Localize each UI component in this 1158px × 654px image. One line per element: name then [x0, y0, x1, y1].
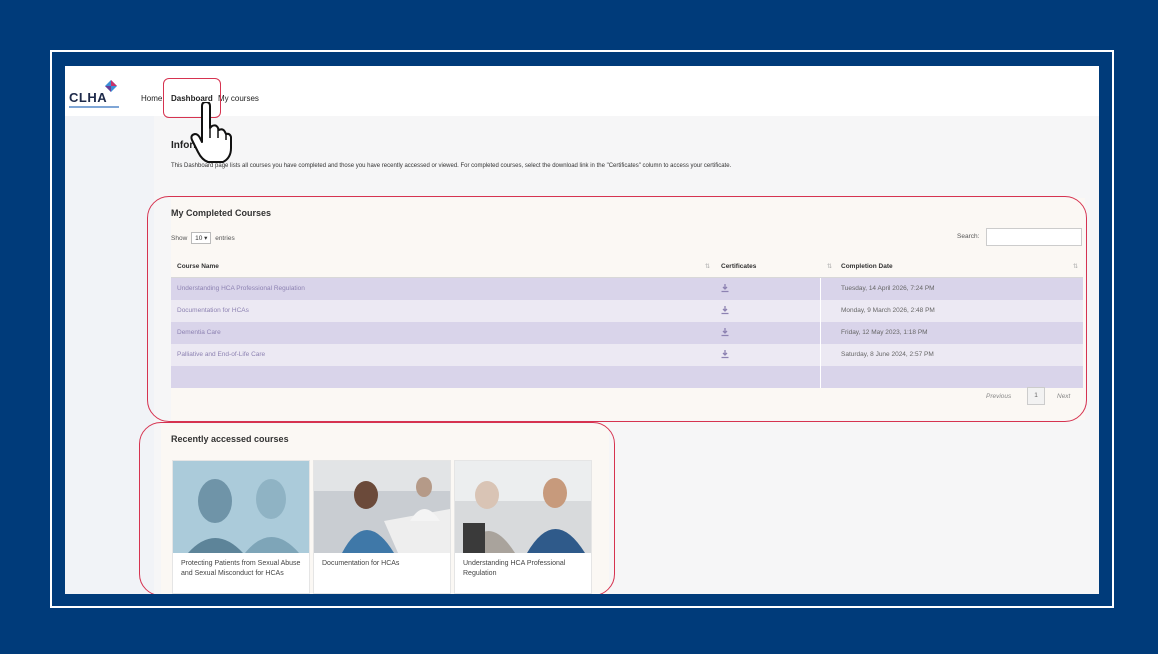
pointing-hand-cursor-icon: [190, 102, 232, 163]
highlight-completed-courses: [147, 196, 1087, 422]
nav-home[interactable]: Home: [141, 94, 162, 103]
lms-screen: CLHA Home Dashboard My courses Informati…: [65, 66, 1099, 594]
logo-tagline-bar: [69, 106, 119, 108]
logo-text: CLHA: [69, 90, 108, 105]
info-text: This Dashboard page lists all courses yo…: [171, 163, 732, 169]
highlight-recent-courses: [139, 422, 615, 594]
clha-logo[interactable]: CLHA: [69, 80, 119, 110]
